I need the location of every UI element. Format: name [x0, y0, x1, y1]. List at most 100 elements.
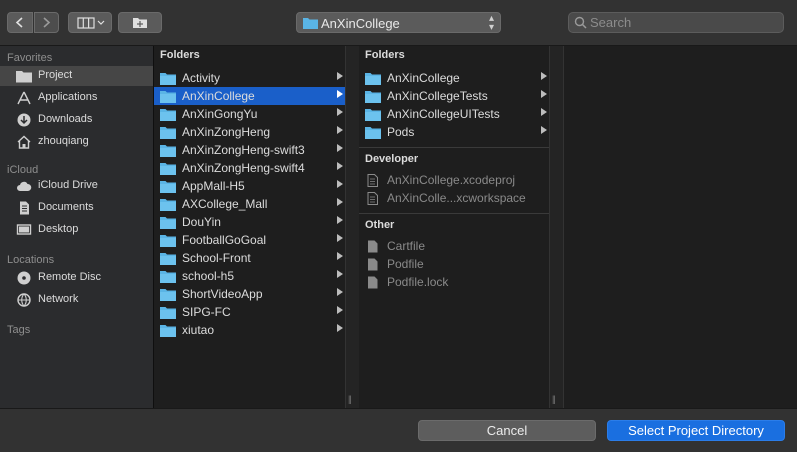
folder-row[interactable]: xiutao: [154, 321, 345, 339]
item-label: AnXinZongHeng-swift4: [182, 161, 305, 175]
folder-icon: [160, 73, 176, 85]
network-icon: [17, 293, 31, 307]
folder-icon: [160, 307, 176, 319]
applications-icon: [17, 91, 31, 105]
section-divider: [359, 213, 549, 214]
item-label: SIPG-FC: [182, 305, 231, 319]
column-view-icon: [77, 17, 105, 29]
sidebar-item-network[interactable]: Network: [0, 290, 153, 310]
column-header: Folders: [160, 49, 200, 61]
column-resize-handle[interactable]: ||: [549, 46, 564, 408]
document-icon: [367, 192, 378, 205]
item-label: AnXinGongYu: [182, 107, 258, 121]
item-label: school-h5: [182, 269, 235, 283]
sidebar-item-label: Desktop: [38, 223, 79, 235]
sidebar-item-downloads[interactable]: Downloads: [0, 110, 153, 130]
view-mode-button[interactable]: [68, 12, 112, 33]
sidebar-item-documents[interactable]: Documents: [0, 198, 153, 218]
folder-row[interactable]: AnXinCollege: [359, 69, 549, 87]
select-project-directory-button[interactable]: Select Project Directory: [607, 420, 785, 441]
folder-row[interactable]: AnXinCollegeTests: [359, 87, 549, 105]
chevron-right-icon: [337, 306, 343, 314]
folder-icon: [160, 217, 176, 229]
sidebar: Favorites Project Applications Downloads…: [0, 46, 154, 408]
search-field[interactable]: [568, 12, 784, 33]
item-label: AXCollege_Mall: [182, 197, 268, 211]
downloads-icon: [17, 113, 31, 127]
document-icon: [367, 174, 378, 187]
folder-row[interactable]: AXCollege_Mall: [154, 195, 345, 213]
folder-icon: [365, 127, 381, 139]
folder-row[interactable]: Pods: [359, 123, 549, 141]
file-icon: [368, 240, 378, 253]
sidebar-item-label: iCloud Drive: [38, 179, 98, 191]
folder-icon: [160, 109, 176, 121]
folder-icon: [160, 289, 176, 301]
chevron-right-icon: [337, 288, 343, 296]
folder-row[interactable]: AnXinZongHeng-swift3: [154, 141, 345, 159]
new-folder-button[interactable]: [118, 12, 162, 33]
cancel-button[interactable]: Cancel: [418, 420, 596, 441]
search-input[interactable]: [590, 14, 775, 31]
item-label: Podfile.lock: [387, 275, 449, 289]
folder-row[interactable]: AppMall-H5: [154, 177, 345, 195]
sidebar-item-icloud-drive[interactable]: iCloud Drive: [0, 176, 153, 196]
sidebar-item-label: Documents: [38, 201, 94, 213]
file-row[interactable]: AnXinCollege.xcodeproj: [359, 171, 549, 189]
item-label: AnXinZongHeng-swift3: [182, 143, 305, 157]
folder-icon: [365, 73, 381, 85]
disc-icon: [17, 271, 31, 285]
file-row[interactable]: Podfile.lock: [359, 273, 549, 291]
forward-button[interactable]: [34, 12, 59, 33]
folder-icon: [160, 91, 176, 103]
path-label: AnXinCollege: [321, 16, 400, 31]
folder-row[interactable]: FootballGoGoal: [154, 231, 345, 249]
sidebar-item-applications[interactable]: Applications: [0, 88, 153, 108]
folder-row[interactable]: SIPG-FC: [154, 303, 345, 321]
document-icon: [20, 201, 29, 215]
sidebar-item-remote-disc[interactable]: Remote Disc: [0, 268, 153, 288]
folder-icon: [160, 181, 176, 193]
folder-row[interactable]: AnXinZongHeng-swift4: [154, 159, 345, 177]
back-button[interactable]: [7, 12, 33, 33]
home-icon: [17, 135, 31, 149]
folder-row[interactable]: Activity: [154, 69, 345, 87]
sidebar-item-label: Project: [38, 69, 73, 81]
column-resize-handle[interactable]: ||: [345, 46, 360, 408]
file-row[interactable]: Cartfile: [359, 237, 549, 255]
folder-row[interactable]: AnXinCollegeUITests: [359, 105, 549, 123]
sidebar-item-project[interactable]: Project: [0, 66, 153, 86]
folder-row[interactable]: AnXinZongHeng: [154, 123, 345, 141]
sidebar-item-label: Downloads: [38, 113, 93, 125]
item-label: Pods: [387, 125, 415, 139]
folder-row[interactable]: School-Front: [154, 249, 345, 267]
chevron-right-icon: [337, 216, 343, 224]
file-icon: [368, 258, 378, 271]
folder-row[interactable]: school-h5: [154, 267, 345, 285]
chevron-right-icon: [337, 180, 343, 188]
item-label: AppMall-H5: [182, 179, 245, 193]
folder-icon: [365, 91, 381, 103]
chevron-right-icon: [337, 252, 343, 260]
sidebar-item-label: Applications: [38, 91, 98, 103]
path-popup[interactable]: AnXinCollege ▴ ▾: [296, 12, 501, 33]
section-header-other: Other: [365, 219, 395, 231]
chevron-right-icon: [541, 72, 547, 80]
chevron-updown-icon: ▴ ▾: [488, 13, 494, 33]
grip-icon: ||: [552, 394, 556, 404]
sidebar-item-zhouqiang[interactable]: zhouqiang: [0, 132, 153, 152]
folder-icon: [160, 235, 176, 247]
folder-row[interactable]: ShortVideoApp: [154, 285, 345, 303]
sidebar-section-favorites: Favorites: [7, 52, 53, 64]
folder-row[interactable]: DouYin: [154, 213, 345, 231]
browser-column-1: Folders Activity AnXinCollege AnXinGongYu A…: [154, 46, 345, 408]
sidebar-item-desktop[interactable]: Desktop: [0, 220, 153, 240]
file-row[interactable]: AnXinColle...xcworkspace: [359, 189, 549, 207]
folder-row[interactable]: AnXinGongYu: [154, 105, 345, 123]
folder-row[interactable]: AnXinCollege: [154, 87, 345, 105]
chevron-right-icon: [337, 90, 343, 98]
item-label: Activity: [182, 71, 221, 85]
folder-icon: [16, 71, 32, 83]
folder-icon: [160, 145, 176, 157]
file-row[interactable]: Podfile: [359, 255, 549, 273]
